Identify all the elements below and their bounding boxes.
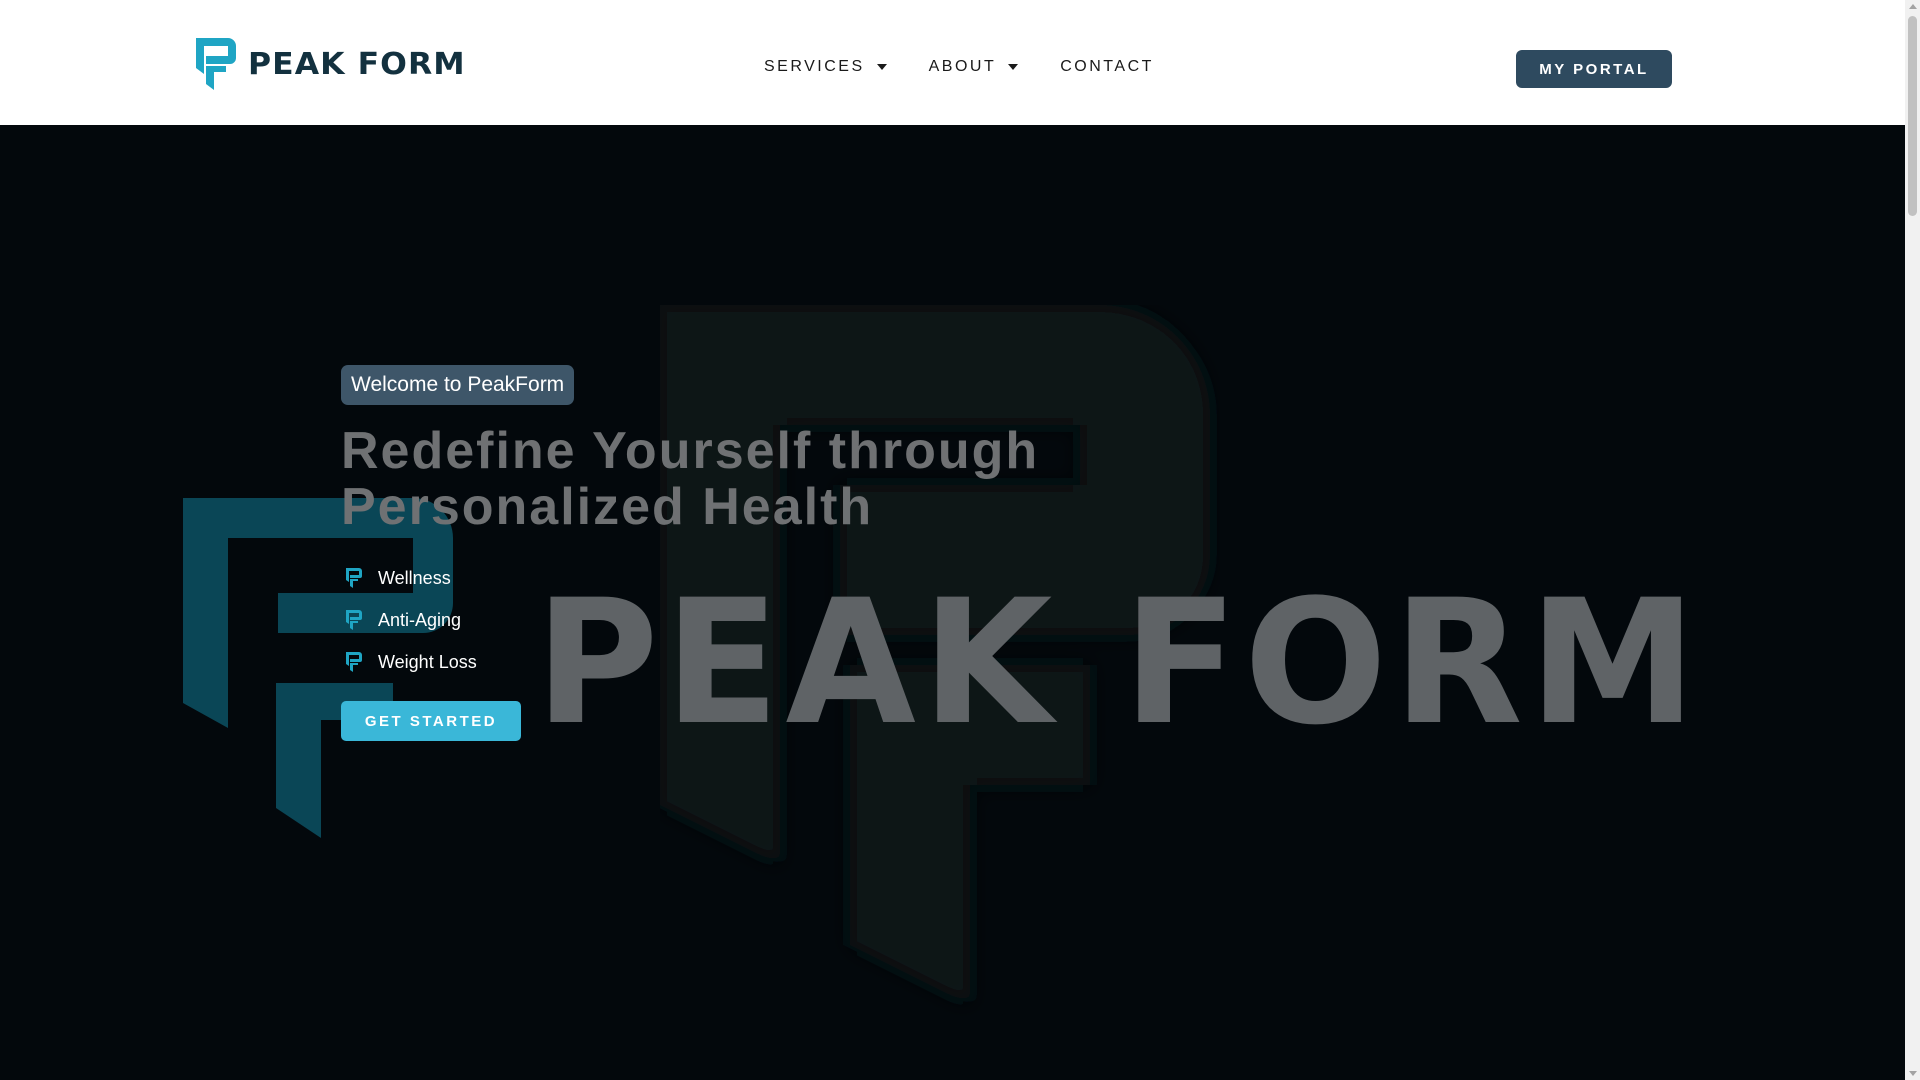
pf-bullet-icon <box>346 652 362 672</box>
pf-bullet-icon <box>346 568 362 588</box>
nav-contact-label: CONTACT <box>1060 58 1154 75</box>
scroll-down-arrow-icon[interactable] <box>1909 1071 1917 1076</box>
scroll-thumb[interactable] <box>1908 16 1917 216</box>
feature-label: Anti-Aging <box>378 609 462 630</box>
my-portal-button[interactable]: MY PORTAL <box>1516 50 1672 88</box>
nav-services[interactable]: SERVICES <box>764 58 887 76</box>
page-scrollbar[interactable] <box>1905 0 1920 1080</box>
nav-services-label: SERVICES <box>764 58 865 75</box>
pf-logo-icon <box>196 38 236 90</box>
get-started-button[interactable]: GET STARTED <box>341 701 521 741</box>
brand-logo[interactable]: PEAK FORM <box>196 38 465 90</box>
hero-headline: Redefine Yourself through Personalized H… <box>341 422 1040 536</box>
caret-down-icon <box>1008 64 1019 70</box>
main-nav: SERVICES ABOUT CONTACT <box>764 58 1196 76</box>
welcome-badge: Welcome to PeakForm <box>341 365 575 405</box>
caret-down-icon <box>876 64 887 70</box>
nav-contact[interactable]: CONTACT <box>1060 58 1154 76</box>
feature-label: Wellness <box>378 567 451 588</box>
pf-bullet-icon <box>346 610 362 630</box>
feature-item: Anti-Aging <box>341 599 1101 641</box>
brand-name: PEAK FORM <box>248 46 466 82</box>
feature-item: Weight Loss <box>341 641 1101 683</box>
nav-about-label: ABOUT <box>928 58 997 75</box>
scroll-up-arrow-icon[interactable] <box>1909 4 1917 9</box>
nav-about[interactable]: ABOUT <box>929 58 1019 76</box>
feature-label: Weight Loss <box>378 651 477 672</box>
hero-section: PEAK FORM Welcome to PeakForm Redefine Y… <box>0 125 1905 1080</box>
feature-item: Wellness <box>341 557 1101 599</box>
hero-content: Welcome to PeakForm Redefine Yourself th… <box>341 365 1101 741</box>
site-header: PEAK FORM SERVICES ABOUT CONTACT MY PORT… <box>0 0 1905 125</box>
feature-list: Wellness Anti-Aging Weight Loss <box>341 557 1101 683</box>
